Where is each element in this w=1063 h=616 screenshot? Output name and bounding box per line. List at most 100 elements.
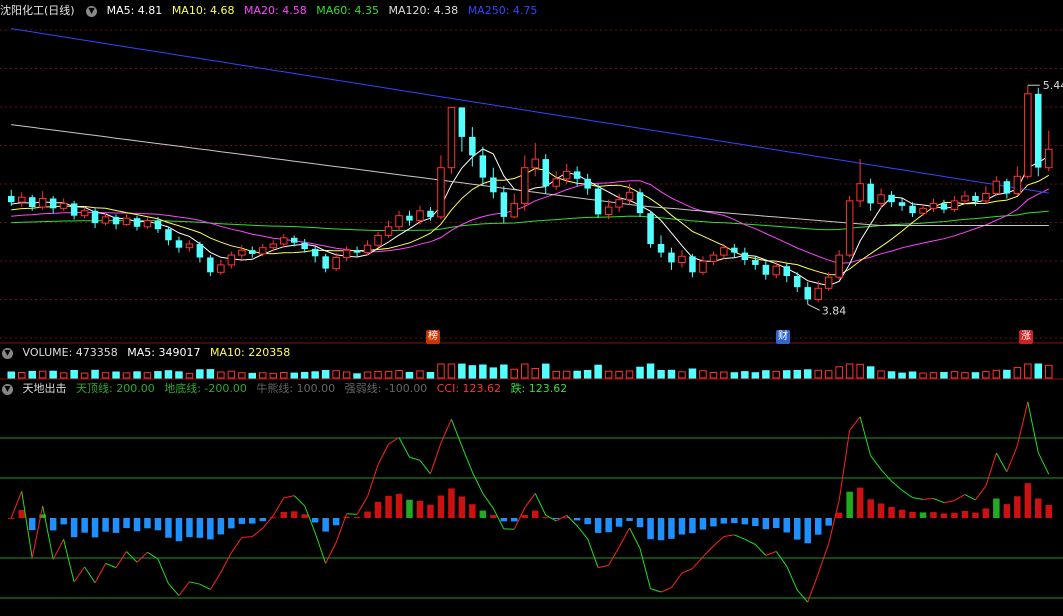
volume-label: VOLUME: 473358 <box>22 346 118 359</box>
candle <box>909 205 916 214</box>
indicator-bar <box>427 504 434 518</box>
indicator-bar <box>678 518 686 535</box>
volume-bar <box>416 370 424 379</box>
indicator-bar <box>196 518 204 538</box>
volume-bar <box>164 370 173 379</box>
volume-bar <box>678 371 686 379</box>
indicator-bar <box>1003 504 1011 518</box>
cci-line-segment <box>587 538 599 568</box>
indicator-bar <box>532 510 539 518</box>
volume-bar <box>804 369 812 379</box>
indicator-bar <box>238 518 246 524</box>
limit-up-marker[interactable]: 涨 <box>1019 330 1033 344</box>
indicator-bar <box>993 498 1000 518</box>
didi-line-label: 地底线: -200.00 <box>164 382 247 395</box>
cci-line-segment <box>189 581 201 585</box>
cci-line-segment <box>775 551 788 567</box>
finance-marker[interactable]: 财 <box>776 330 790 344</box>
cci-line-segment <box>262 515 274 529</box>
indicator-bar <box>437 495 445 518</box>
candle <box>521 167 529 204</box>
candle <box>636 192 644 214</box>
volume-bar <box>940 372 948 379</box>
volume-bar <box>91 369 99 379</box>
collapse-down-icon[interactable]: ▼ <box>2 383 13 395</box>
volume-bar <box>133 371 141 379</box>
volume-bar <box>741 371 749 379</box>
candle <box>384 226 393 236</box>
candle <box>699 260 707 273</box>
cci-line-segment <box>692 556 704 570</box>
volume-bar <box>709 372 718 379</box>
volume-bar <box>259 372 267 379</box>
candle <box>814 287 822 300</box>
indicator-bar <box>553 518 560 519</box>
volume-bar <box>280 372 288 379</box>
candle <box>59 202 68 209</box>
candle <box>510 202 518 218</box>
indicator-bar <box>626 518 633 521</box>
stock-chart[interactable]: 5.44 3.84 <box>0 0 1063 616</box>
volume-bar <box>982 371 990 379</box>
indicator-bar <box>144 518 151 529</box>
collapse-down-icon[interactable]: ▼ <box>86 5 98 17</box>
volume-bar <box>458 363 466 379</box>
indicator-bar <box>406 499 413 518</box>
cci-line-segment <box>157 558 169 584</box>
volume-bar <box>573 370 581 379</box>
candle <box>154 220 162 230</box>
volume-bar <box>206 369 215 379</box>
volume-bar <box>80 372 89 379</box>
candle <box>447 106 456 169</box>
cci-line-segment <box>943 500 955 504</box>
candle <box>877 194 885 204</box>
collapse-down-icon[interactable]: ▼ <box>2 347 13 359</box>
cci-line-segment <box>650 588 662 593</box>
indicator-bar <box>594 518 602 533</box>
volume-bar <box>667 369 676 379</box>
candle <box>165 229 172 241</box>
indicator-bar <box>1014 496 1021 518</box>
indicator-bar <box>856 487 864 518</box>
volume-bar <box>175 371 183 379</box>
indicator-bar <box>217 518 225 535</box>
volume-bar <box>300 372 309 379</box>
main-panel-header: 沈阳化工(日线) ▼ MA5: 4.81 MA10: 4.68 MA20: 4.… <box>0 3 543 19</box>
volume-bar <box>531 368 539 379</box>
cci-line-segment <box>126 551 138 563</box>
volume-bar <box>70 370 78 379</box>
rank-marker[interactable]: 榜 <box>426 330 440 344</box>
volume-bar <box>101 372 110 379</box>
candle <box>898 202 906 206</box>
volume-bar <box>269 372 277 379</box>
cci-line-segment <box>880 469 892 482</box>
candle <box>374 234 382 246</box>
indicator-bar <box>898 509 906 518</box>
indicator-bar <box>1035 498 1042 518</box>
candle <box>395 215 403 228</box>
indicator-bar <box>311 518 319 523</box>
cci-line-segment <box>1027 401 1039 453</box>
indicator-bar <box>322 518 329 532</box>
candle <box>122 217 131 225</box>
candle <box>625 191 634 201</box>
volume-bar <box>332 370 340 379</box>
candle <box>469 136 476 156</box>
candle <box>322 256 329 269</box>
cci-line-segment <box>220 552 232 573</box>
indicator-bar <box>500 518 508 522</box>
indicator-bar <box>961 511 969 518</box>
candle <box>741 252 749 260</box>
cci-line-segment <box>702 545 714 558</box>
volume-bar <box>38 370 47 379</box>
cci-line-segment <box>891 480 903 491</box>
cci-line-segment <box>230 537 243 553</box>
indicator-bar <box>835 512 843 518</box>
candle <box>363 244 372 254</box>
volume-bar <box>908 371 917 379</box>
indicator-bar <box>815 518 822 535</box>
candle <box>940 203 948 210</box>
cci-line-segment <box>796 589 809 603</box>
indicator-bar <box>720 518 728 524</box>
volume-bar <box>615 370 623 379</box>
